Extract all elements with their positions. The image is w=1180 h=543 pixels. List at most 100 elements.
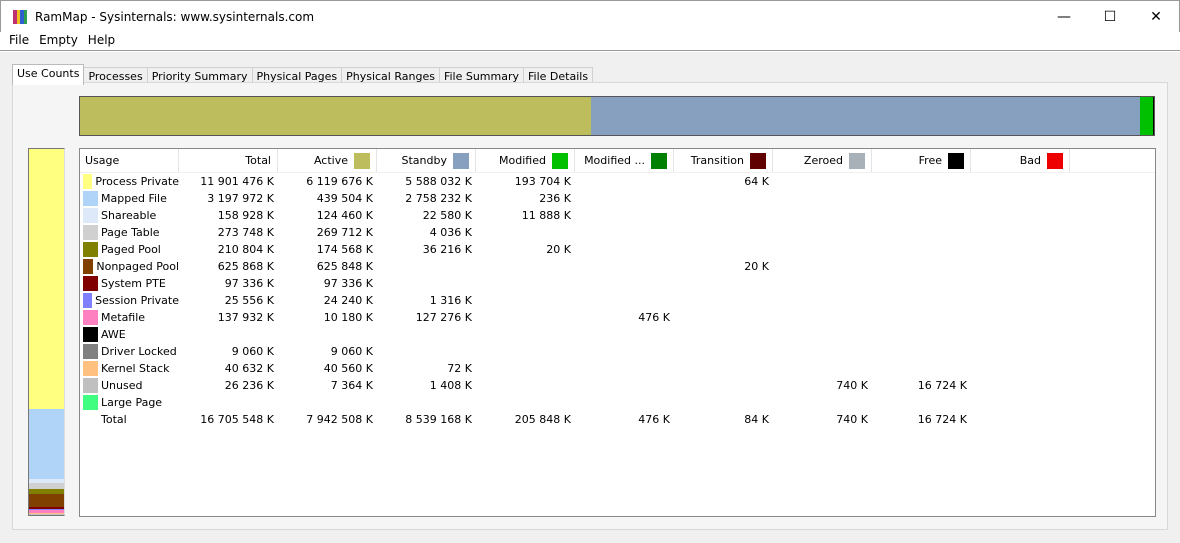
usage-segment-mapped-file [29,409,64,480]
table-row[interactable]: Mapped File 3 197 972 K 439 504 K 2 758 232… [80,190,1155,207]
menu-empty[interactable]: Empty [34,32,83,50]
value-cell: 740 K [836,413,868,426]
state-segment-active [80,97,591,135]
memory-state-bar [79,96,1155,136]
usage-label: Nonpaged Pool [96,260,179,273]
table-row[interactable]: Page Table 273 748 K 269 712 K 4 036 K [80,224,1155,241]
value-cell: 1 408 K [429,379,472,392]
column-header-standby[interactable]: Standby [377,149,476,172]
column-label: Standby [401,154,447,167]
usage-label: Metafile [101,311,146,324]
column-header-bad[interactable]: Bad [971,149,1070,172]
column-header-modified[interactable]: Modified [476,149,575,172]
table-row[interactable]: Paged Pool 210 804 K 174 568 K 36 216 K 20 K [80,241,1155,258]
table-row[interactable]: Shareable 158 928 K 124 460 K 22 580 K 11 88… [80,207,1155,224]
table-row[interactable]: AWE [80,326,1155,343]
column-header-active[interactable]: Active [278,149,377,172]
usage-cell: AWE [80,327,179,342]
table-row[interactable]: Session Private 25 556 K 24 240 K 1 316 K [80,292,1155,309]
color-swatch [83,242,98,257]
color-swatch [83,378,98,393]
value-cell: 40 632 K [224,362,274,375]
column-header-modified[interactable]: Modified ... [575,149,674,172]
table-row[interactable]: Process Private 11 901 476 K 6 119 676 K 5 … [80,173,1155,190]
color-swatch [83,327,98,342]
value-cell: 84 K [744,413,769,426]
column-label: Zeroed [803,154,843,167]
column-header-free[interactable]: Free [872,149,971,172]
value-cell: 236 K [539,192,571,205]
column-label: Usage [85,154,120,167]
usage-cell: Nonpaged Pool [80,259,179,274]
value-cell: 5 588 032 K [405,175,472,188]
tab-use-counts[interactable]: Use Counts [12,64,85,85]
color-swatch [849,152,865,169]
maximize-button[interactable]: ☐ [1087,1,1133,33]
usage-label: Process Private [95,175,179,188]
value-cell: 127 276 K [415,311,472,324]
usage-label: Large Page [101,396,163,409]
rammap-app-icon [13,10,27,24]
column-label: Bad [1019,154,1041,167]
usage-label: Unused [101,379,143,392]
column-header-transition[interactable]: Transition [674,149,773,172]
usage-label: Paged Pool [101,243,161,256]
memory-usage-bar [28,148,65,516]
color-swatch [83,344,98,359]
column-header-usage[interactable]: Usage [80,149,179,172]
table-row[interactable]: System PTE 97 336 K 97 336 K [80,275,1155,292]
table-row[interactable]: Total 16 705 548 K 7 942 508 K 8 539 168 K 2… [80,411,1155,428]
table-row[interactable]: Large Page [80,394,1155,411]
table-row[interactable]: Nonpaged Pool 625 868 K 625 848 K 20 K [80,258,1155,275]
value-cell: 16 724 K [917,413,967,426]
usage-label: Mapped File [101,192,167,205]
usage-cell: Metafile [80,310,179,325]
table-row[interactable]: Unused 26 236 K 7 364 K 1 408 K 740 K 16 724 … [80,377,1155,394]
menu-help[interactable]: Help [83,32,120,50]
value-cell: 740 K [836,379,868,392]
usage-cell: Mapped File [80,191,179,206]
usage-cell: Session Private [80,293,179,308]
value-cell: 16 724 K [917,379,967,392]
table-row[interactable]: Metafile 137 932 K 10 180 K 127 276 K 476 K [80,309,1155,326]
usage-label: Driver Locked [101,345,177,358]
state-segment-free [1152,97,1154,135]
close-button[interactable]: ✕ [1133,1,1179,33]
value-cell: 11 888 K [521,209,571,222]
color-swatch [651,152,667,169]
usage-cell: Total [80,412,179,427]
usage-cell: Process Private [80,174,179,189]
value-cell: 16 705 548 K [200,413,274,426]
minimize-button[interactable]: — [1041,1,1087,33]
column-header-zeroed[interactable]: Zeroed [773,149,872,172]
table-row[interactable]: Kernel Stack 40 632 K 40 560 K 72 K [80,360,1155,377]
color-swatch [83,361,98,376]
column-label: Active [313,154,348,167]
usage-cell: Shareable [80,208,179,223]
column-label: Modified ... [584,154,645,167]
column-header-total[interactable]: Total [179,149,278,172]
usage-cell: Unused [80,378,179,393]
value-cell: 20 K [744,260,769,273]
usage-cell: Page Table [80,225,179,240]
value-cell: 137 932 K [217,311,274,324]
value-cell: 625 848 K [316,260,373,273]
value-cell: 174 568 K [316,243,373,256]
value-cell: 2 758 232 K [405,192,472,205]
usage-cell: System PTE [80,276,179,291]
usage-label: Total [101,413,127,426]
usage-segment-process-private [29,149,64,410]
table-row[interactable]: Driver Locked 9 060 K 9 060 K [80,343,1155,360]
usage-label: Page Table [101,226,160,239]
value-cell: 269 712 K [316,226,373,239]
column-label: Total [245,154,271,167]
usage-label: AWE [101,328,126,341]
value-cell: 205 848 K [514,413,571,426]
value-cell: 625 868 K [217,260,274,273]
menu-file[interactable]: File [4,32,34,50]
title-bar: RamMap - Sysinternals: www.sysinternals.… [0,0,1180,32]
color-swatch [83,412,98,427]
state-segment-standby [590,97,1140,135]
value-cell: 439 504 K [316,192,373,205]
usage-cell: Driver Locked [80,344,179,359]
